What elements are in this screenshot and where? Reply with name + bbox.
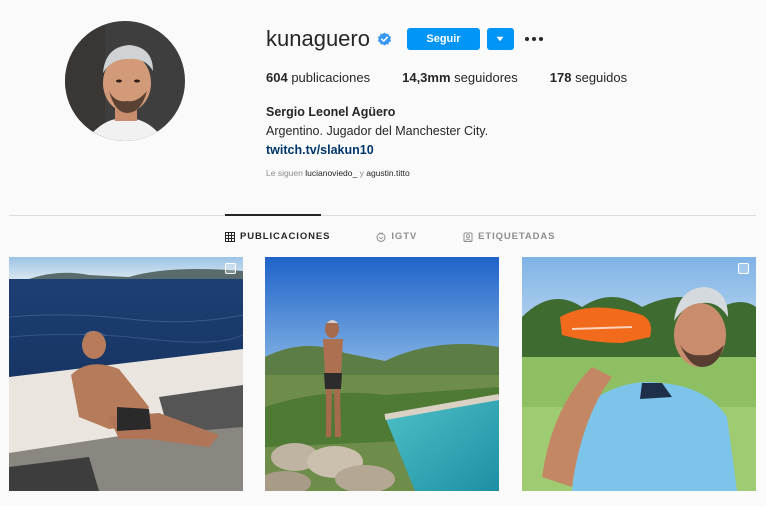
following-label: seguidos	[575, 70, 628, 85]
post-thumbnail[interactable]	[522, 257, 756, 491]
post-image	[522, 257, 756, 491]
follow-button[interactable]: Seguir	[406, 28, 480, 50]
username: kunaguero	[266, 26, 370, 51]
tab-label: IGTV	[391, 231, 418, 242]
followed-by-user: agustin.titto	[366, 168, 410, 178]
followed-by[interactable]: Le siguen lucianoviedo_ y agustin.titto	[266, 168, 410, 178]
grid-icon	[225, 231, 235, 242]
profile-bio: Sergio Leonel Agüero Argentino. Jugador …	[266, 103, 488, 160]
profile-page: kunaguero Seguir 604 publicaciones 14,3m…	[0, 0, 766, 506]
followers-label: seguidores	[454, 70, 518, 85]
verified-badge-icon	[377, 31, 392, 46]
tabs-divider	[9, 215, 756, 216]
followed-by-prefix: Le siguen	[266, 168, 303, 178]
posts-count: 604	[266, 70, 288, 85]
following-count: 178	[549, 70, 572, 85]
username-row: kunaguero Seguir	[266, 26, 543, 52]
tagged-icon	[463, 232, 473, 242]
tab-label: PUBLICACIONES	[240, 231, 331, 242]
post-thumbnail[interactable]	[9, 257, 243, 491]
followers-count: 14,3mm	[402, 70, 451, 85]
tab-tagged[interactable]: ETIQUETADAS	[463, 231, 555, 242]
followed-by-user: lucianoviedo_	[305, 168, 358, 178]
followers-stat[interactable]: 14,3mm seguidores	[402, 70, 518, 85]
profile-stats: 604 publicaciones 14,3mm seguidores 178 …	[266, 70, 659, 85]
post-image	[265, 257, 499, 491]
tab-igtv[interactable]: IGTV	[376, 231, 417, 242]
profile-avatar[interactable]	[65, 21, 185, 141]
followed-by-joiner: y	[359, 168, 364, 178]
multiple-photos-icon	[225, 263, 236, 274]
post-thumbnail[interactable]	[265, 257, 499, 491]
igtv-icon	[376, 231, 386, 242]
posts-stat: 604 publicaciones	[266, 70, 370, 85]
active-tab-indicator	[225, 214, 321, 216]
full-name: Sergio Leonel Agüero	[266, 105, 396, 119]
post-image	[9, 257, 243, 491]
multiple-photos-icon	[738, 263, 749, 274]
following-stat[interactable]: 178 seguidos	[550, 70, 627, 85]
profile-tabs: PUBLICACIONES IGTV ETIQUETADAS	[225, 231, 555, 242]
tab-label: ETIQUETADAS	[478, 231, 556, 242]
tab-posts[interactable]: PUBLICACIONES	[225, 231, 330, 242]
bio-link[interactable]: twitch.tv/slakun10	[266, 141, 488, 160]
suggested-accounts-button[interactable]	[486, 28, 514, 50]
bio-text: Argentino. Jugador del Manchester City.	[266, 124, 489, 138]
posts-label: publicaciones	[291, 70, 371, 85]
more-options-icon[interactable]	[524, 37, 543, 41]
caret-down-icon	[496, 36, 504, 42]
